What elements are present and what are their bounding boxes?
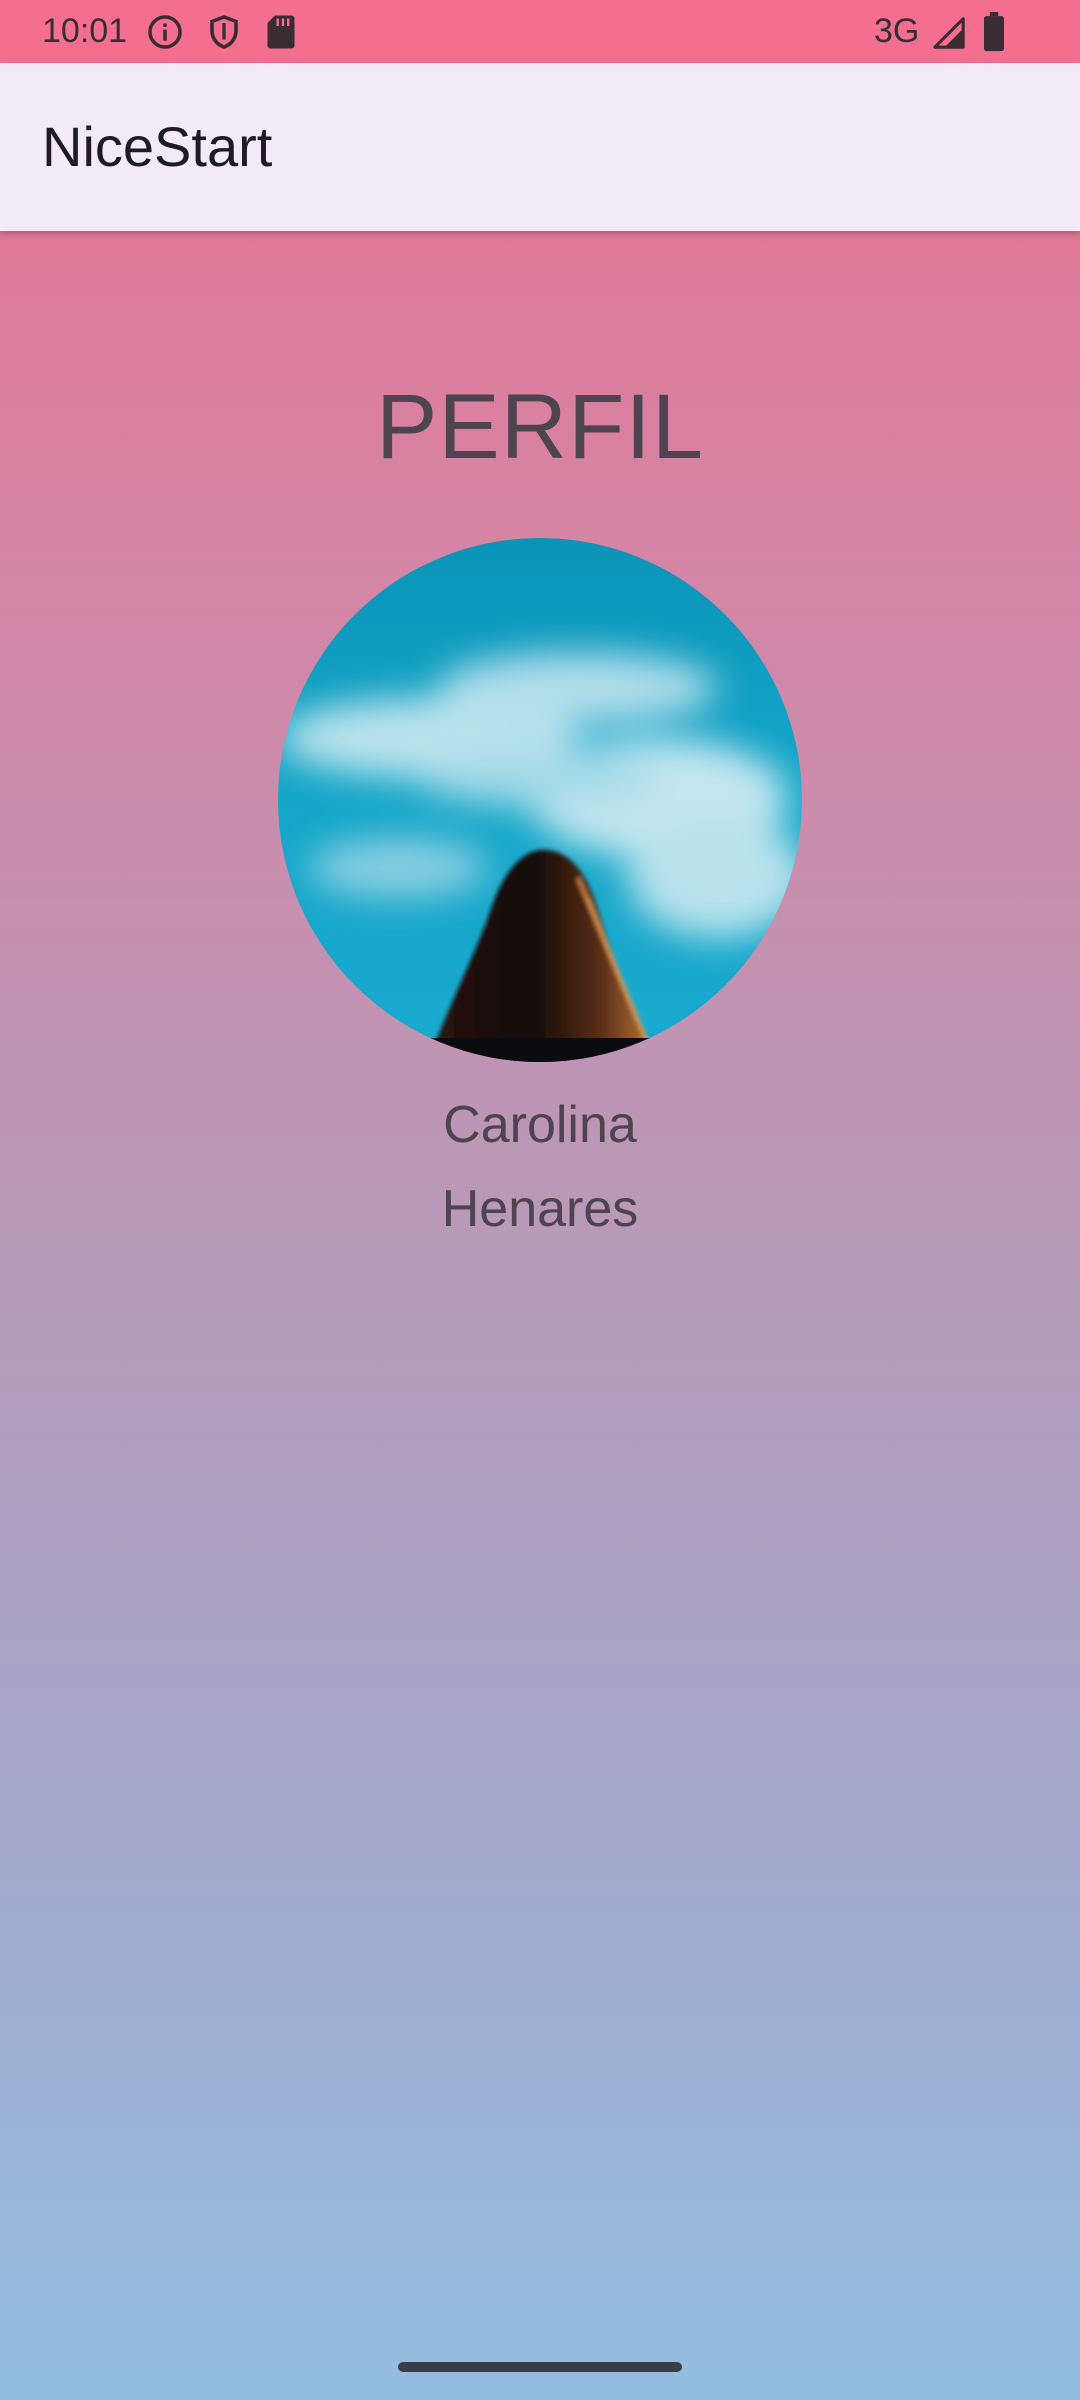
profile-first-name: Carolina [443,1096,637,1154]
info-icon [148,15,182,49]
network-type: 3G [874,12,920,50]
profile-photo [278,538,802,1062]
signal-icon [933,17,965,49]
app-title: NiceStart [42,115,273,178]
battery-icon [984,12,1004,52]
profile-screen: 10:01 3G NiceStart PERFIL Carolina Henar… [0,0,1080,2400]
shield-icon [210,15,238,49]
status-time: 10:01 [42,12,128,50]
profile-last-name: Henares [441,1180,639,1238]
home-indicator[interactable] [398,2362,682,2372]
status-bar: 10:01 3G [0,0,1080,63]
sd-card-icon [267,15,295,49]
app-bar: NiceStart [0,63,1080,231]
profile-heading: PERFIL [375,376,705,478]
profile-avatar[interactable] [278,538,802,1062]
